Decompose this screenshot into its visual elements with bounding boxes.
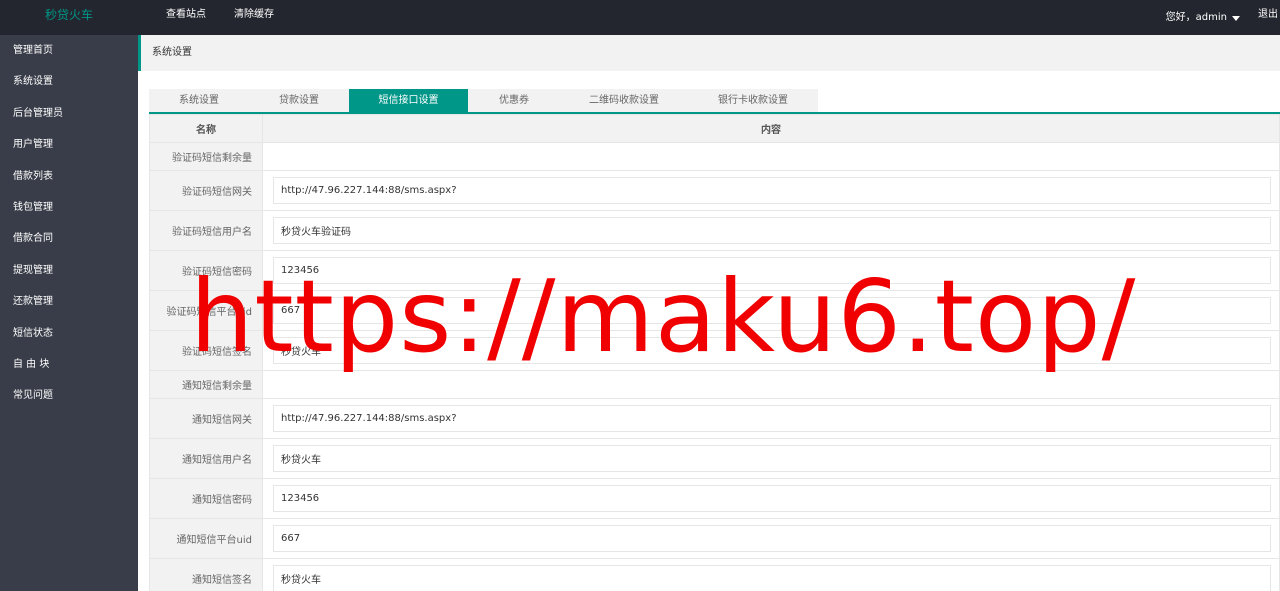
notify-sms-signature-input[interactable] (273, 565, 1271, 591)
sidebar-item-faq[interactable]: 常见问题 (0, 380, 138, 411)
clear-cache-link[interactable]: 清除缓存 (220, 0, 288, 35)
sidebar-item-loans[interactable]: 借款列表 (0, 161, 138, 192)
row-label: 通知短信签名 (149, 558, 263, 591)
table-row: 通知短信用户名 (149, 438, 1280, 479)
row-label: 验证码短信用户名 (149, 210, 263, 251)
tab-system-settings[interactable]: 系统设置 (149, 89, 249, 113)
sidebar-item-sms-status[interactable]: 短信状态 (0, 318, 138, 349)
table-row: 验证码短信网关 (149, 170, 1280, 211)
column-header-content: 内容 (262, 114, 1280, 143)
verify-sms-signature-input[interactable] (273, 337, 1271, 364)
verify-sms-uid-input[interactable] (273, 297, 1271, 324)
table-row: 通知短信签名 (149, 558, 1280, 591)
row-value-empty (262, 370, 1280, 399)
row-label: 验证码短信平台uid (149, 290, 263, 331)
logout-link[interactable]: 退出 (1258, 0, 1280, 35)
notify-sms-password-input[interactable] (273, 485, 1271, 512)
top-header: 秒贷火车 查看站点 清除缓存 您好，admin 退出 (0, 0, 1280, 35)
user-greeting: 您好，admin (1165, 11, 1227, 23)
tab-sms-settings[interactable]: 短信接口设置 (349, 89, 468, 113)
table-row: 通知短信网关 (149, 398, 1280, 439)
sidebar-item-home[interactable]: 管理首页 (0, 35, 138, 66)
tab-loan-settings[interactable]: 贷款设置 (249, 89, 349, 113)
row-label: 验证码短信密码 (149, 250, 263, 291)
verify-sms-gateway-input[interactable] (273, 177, 1271, 204)
sidebar-item-wallet[interactable]: 钱包管理 (0, 192, 138, 223)
verify-sms-password-input[interactable] (273, 257, 1271, 284)
top-nav: 查看站点 清除缓存 (152, 0, 288, 35)
breadcrumb: 系统设置 (138, 35, 1280, 71)
settings-tabs: 系统设置 贷款设置 短信接口设置 优惠券 二维码收款设置 银行卡收款设置 (149, 89, 818, 113)
tab-qrcode-payment[interactable]: 二维码收款设置 (560, 89, 688, 113)
verify-sms-username-input[interactable] (273, 217, 1271, 244)
table-row: 通知短信剩余量 (149, 370, 1280, 399)
notify-sms-uid-input[interactable] (273, 525, 1271, 552)
table-row: 验证码短信密码 (149, 250, 1280, 291)
notify-sms-gateway-input[interactable] (273, 405, 1271, 432)
sidebar-item-users[interactable]: 用户管理 (0, 129, 138, 160)
sidebar-item-contracts[interactable]: 借款合同 (0, 223, 138, 254)
row-label: 通知短信剩余量 (149, 370, 263, 399)
sidebar-item-free-blocks[interactable]: 自 由 块 (0, 349, 138, 380)
sidebar-item-withdrawals[interactable]: 提现管理 (0, 255, 138, 286)
app-logo[interactable]: 秒贷火车 (0, 0, 138, 35)
sms-settings-table: 名称 内容 验证码短信剩余量 验证码短信网关 验证码短信用户名 验证码短信密码 (149, 114, 1280, 591)
notify-sms-username-input[interactable] (273, 445, 1271, 472)
table-row: 验证码短信签名 (149, 330, 1280, 371)
row-label: 通知短信密码 (149, 478, 263, 519)
row-label: 通知短信网关 (149, 398, 263, 439)
tab-coupons[interactable]: 优惠券 (468, 89, 560, 113)
sidebar-item-repayments[interactable]: 还款管理 (0, 286, 138, 317)
sidebar-item-system-settings[interactable]: 系统设置 (0, 66, 138, 97)
tab-bankcard-payment[interactable]: 银行卡收款设置 (688, 89, 818, 113)
user-menu[interactable]: 您好，admin (1166, 0, 1240, 35)
row-label: 验证码短信剩余量 (149, 142, 263, 171)
table-row: 通知短信平台uid (149, 518, 1280, 559)
table-row: 通知短信密码 (149, 478, 1280, 519)
table-row: 验证码短信用户名 (149, 210, 1280, 251)
sidebar: 管理首页 系统设置 后台管理员 用户管理 借款列表 钱包管理 借款合同 提现管理… (0, 35, 138, 591)
row-label: 验证码短信签名 (149, 330, 263, 371)
caret-down-icon (1232, 15, 1240, 21)
column-header-name: 名称 (149, 114, 263, 143)
top-right: 您好，admin 退出 (1166, 0, 1280, 35)
row-label: 验证码短信网关 (149, 170, 263, 211)
table-row: 验证码短信平台uid (149, 290, 1280, 331)
row-label: 通知短信用户名 (149, 438, 263, 479)
table-row: 验证码短信剩余量 (149, 142, 1280, 171)
row-label: 通知短信平台uid (149, 518, 263, 559)
view-site-link[interactable]: 查看站点 (152, 0, 220, 35)
row-value-empty (262, 142, 1280, 171)
main-content: 系统设置 系统设置 贷款设置 短信接口设置 优惠券 二维码收款设置 银行卡收款设… (138, 35, 1280, 591)
sidebar-item-admins[interactable]: 后台管理员 (0, 98, 138, 129)
